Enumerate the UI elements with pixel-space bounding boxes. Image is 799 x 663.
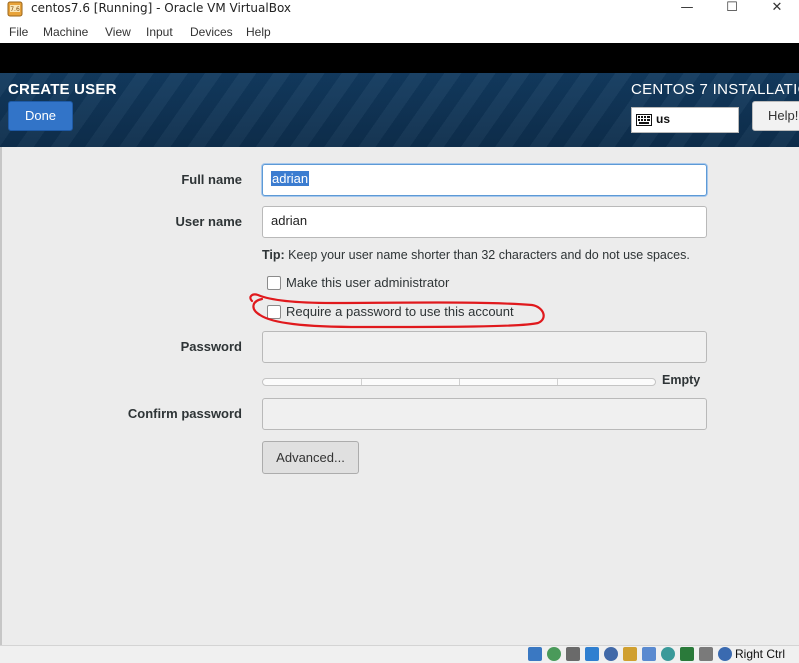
create-user-form: Full name adrian User name adrian Tip: K… bbox=[0, 147, 799, 645]
user-name-field[interactable]: adrian bbox=[262, 206, 707, 238]
keyboard-layout-indicator[interactable]: us bbox=[631, 107, 739, 133]
close-button[interactable]: ✕ bbox=[754, 0, 799, 18]
shared-folders-icon[interactable] bbox=[623, 647, 637, 661]
window-title: centos7.6 [Running] - Oracle VM VirtualB… bbox=[31, 1, 292, 15]
password-strength-label: Empty bbox=[662, 373, 701, 387]
menu-input[interactable]: Input bbox=[146, 25, 173, 40]
help-button[interactable]: Help! bbox=[752, 101, 799, 131]
optical-drive-icon[interactable] bbox=[547, 647, 561, 661]
maximize-button[interactable]: ☐ bbox=[709, 0, 755, 18]
usb-icon[interactable] bbox=[604, 647, 618, 661]
vm-screen-border bbox=[0, 43, 799, 73]
full-name-label: Full name bbox=[181, 172, 242, 187]
strength-segment-divider bbox=[361, 379, 362, 385]
user-name-value: adrian bbox=[271, 213, 308, 228]
done-button[interactable]: Done bbox=[8, 101, 73, 131]
network-icon[interactable] bbox=[585, 647, 599, 661]
installer-header: CREATE USER Done CENTOS 7 INSTALLATIO us… bbox=[0, 73, 799, 147]
installation-title: CENTOS 7 INSTALLATIO bbox=[631, 81, 799, 98]
full-name-field[interactable]: adrian bbox=[262, 164, 707, 196]
menu-devices[interactable]: Devices bbox=[190, 25, 233, 40]
menu-machine[interactable]: Machine bbox=[43, 25, 88, 40]
recording-icon[interactable] bbox=[680, 647, 694, 661]
password-strength-bar bbox=[262, 378, 656, 386]
audio-icon[interactable] bbox=[566, 647, 580, 661]
tip-text: Keep your user name shorter than 32 char… bbox=[284, 248, 690, 262]
keyboard-layout-label: us bbox=[656, 112, 671, 126]
advanced-button[interactable]: Advanced... bbox=[262, 441, 359, 474]
cpu-icon[interactable] bbox=[699, 647, 713, 661]
video-capture-icon[interactable] bbox=[661, 647, 675, 661]
user-name-label: User name bbox=[175, 214, 242, 229]
username-tip: Tip: Keep your user name shorter than 32… bbox=[262, 248, 690, 262]
host-key-label: Right Ctrl bbox=[735, 647, 786, 661]
virtualbox-app-icon: 7.6 bbox=[7, 1, 23, 17]
menu-view[interactable]: View bbox=[105, 25, 131, 40]
page-title: CREATE USER bbox=[8, 81, 117, 98]
display-icon[interactable] bbox=[642, 647, 656, 661]
strength-segment-divider bbox=[459, 379, 460, 385]
red-annotation-circle bbox=[249, 293, 545, 329]
full-name-value: adrian bbox=[271, 171, 310, 186]
window-title-bar[interactable]: 7.6 centos7.6 [Running] - Oracle VM Virt… bbox=[0, 0, 799, 22]
hard-disk-icon[interactable] bbox=[528, 647, 542, 661]
confirm-password-field[interactable] bbox=[262, 398, 707, 430]
keyboard-icon bbox=[636, 114, 652, 126]
vm-status-bar: Right Ctrl bbox=[0, 645, 799, 663]
minimize-button[interactable]: — bbox=[664, 0, 710, 18]
tip-prefix: Tip: bbox=[262, 248, 285, 262]
menu-help[interactable]: Help bbox=[246, 25, 271, 40]
menu-bar: File Machine View Input Devices Help bbox=[0, 22, 799, 43]
svg-text:7.6: 7.6 bbox=[10, 6, 20, 13]
password-label: Password bbox=[180, 339, 242, 354]
menu-file[interactable]: File bbox=[9, 25, 28, 40]
strength-segment-divider bbox=[557, 379, 558, 385]
confirm-password-label: Confirm password bbox=[127, 406, 242, 421]
mouse-integration-icon[interactable] bbox=[718, 647, 732, 661]
